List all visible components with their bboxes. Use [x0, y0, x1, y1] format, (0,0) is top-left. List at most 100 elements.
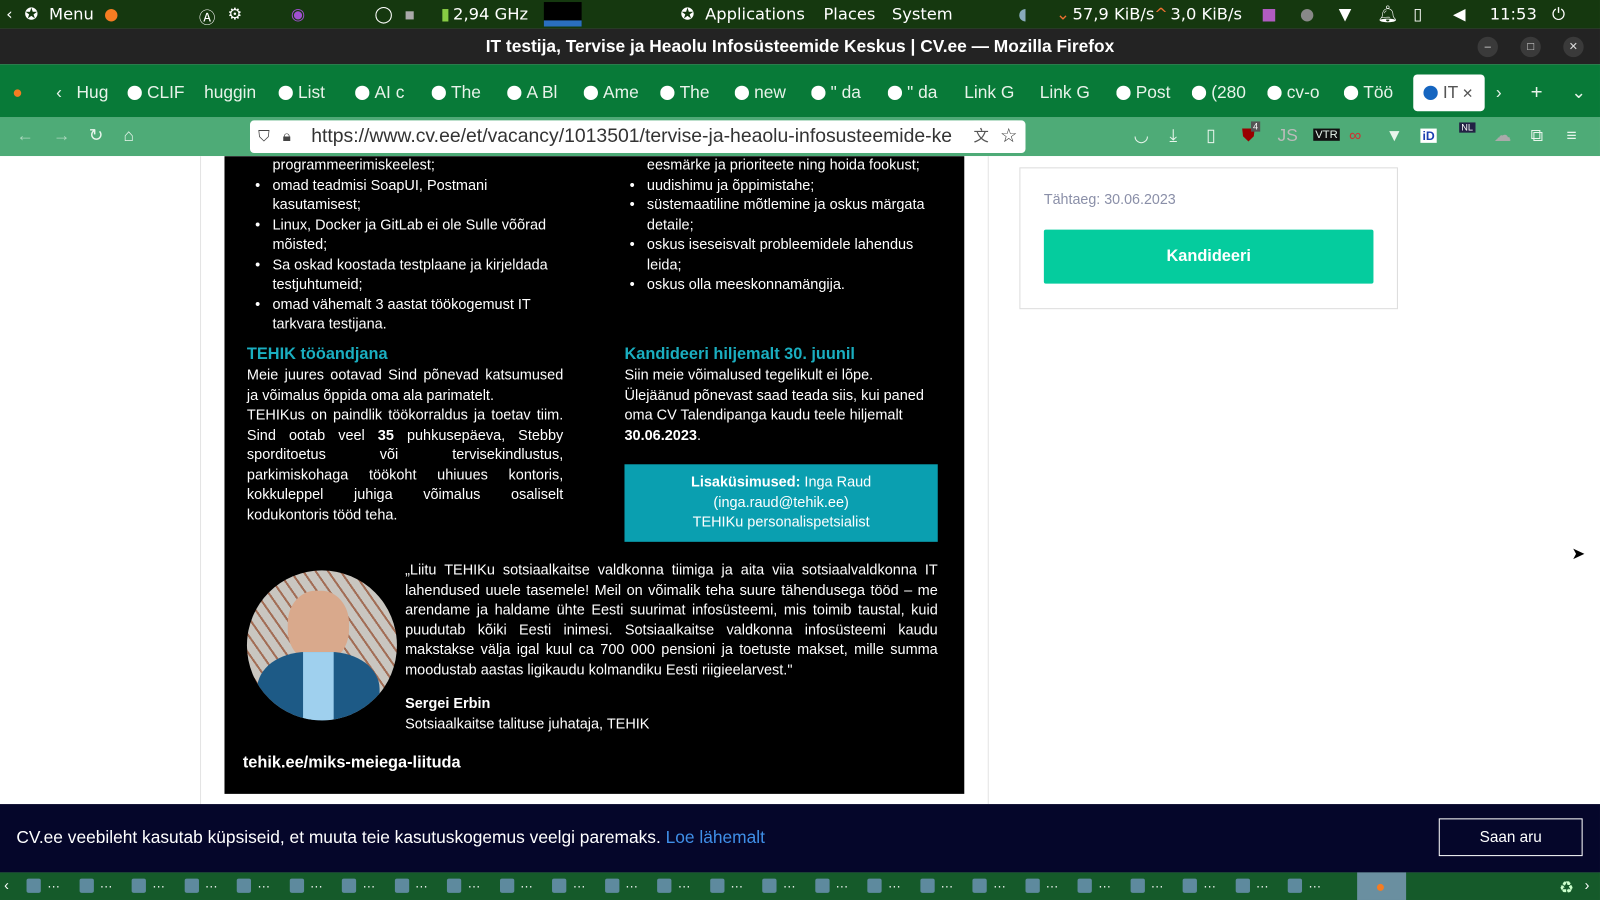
taskbar-window-icon[interactable]	[1024, 878, 1040, 893]
tab[interactable]: " da	[811, 74, 882, 111]
taskbar-window-icon[interactable]	[79, 878, 94, 893]
read-more-link[interactable]: Loe lähemalt	[666, 828, 765, 847]
url-text[interactable]: https://www.cv.ee/et/vacancy/1013501/ter…	[311, 126, 952, 147]
cloud-extension-icon[interactable]: ☁	[1494, 126, 1511, 146]
trash-icon[interactable]: ♻	[1559, 878, 1574, 898]
terminal-launcher-icon[interactable]: ▪	[404, 4, 415, 23]
battery-icon[interactable]: ▯	[1413, 4, 1422, 23]
tabs-scroll-left-icon[interactable]: ‹	[56, 74, 68, 111]
taskbar-window-icon[interactable]	[184, 878, 199, 893]
dropdown-extension-icon[interactable]: ▼	[1386, 126, 1403, 146]
link-extension-icon[interactable]: ∞	[1349, 126, 1361, 146]
taskbar-window-icon[interactable]	[1287, 878, 1303, 893]
firefox-launcher-icon[interactable]: ●	[104, 4, 118, 23]
clock[interactable]: 11:53	[1490, 4, 1537, 23]
taskbar-window-icon[interactable]	[814, 878, 830, 893]
bookmark-star-icon[interactable]: ☆	[999, 120, 1018, 154]
firefox-task-icon[interactable]: ●	[1375, 879, 1385, 897]
taskbar-scroll-left-icon[interactable]: ‹	[4, 877, 9, 893]
tab[interactable]: Töö	[1343, 74, 1415, 111]
taskbar-window-icon[interactable]	[604, 878, 619, 893]
pocket-icon[interactable]: ◡	[1134, 126, 1149, 146]
taskbar-scroll-right-icon[interactable]: ›	[1585, 877, 1590, 893]
firefox-view-icon[interactable]: ●	[12, 74, 32, 111]
taskbar-window-icon[interactable]	[657, 878, 672, 893]
vtr-extension-icon[interactable]: VTR	[1313, 128, 1340, 141]
lock-icon[interactable]: 🔒︎	[283, 120, 291, 153]
javascript-toggle-icon[interactable]: JS	[1278, 126, 1298, 146]
notes-extension-icon[interactable]: ▯	[1206, 126, 1216, 146]
settings-launcher-icon[interactable]: ⚙	[228, 4, 243, 23]
translate-icon[interactable]: 文	[973, 120, 989, 154]
search-launcher-icon[interactable]: Ⓐ	[199, 4, 215, 28]
taskbar-window-icon[interactable]	[1130, 878, 1145, 893]
tab[interactable]: Ame	[583, 74, 655, 111]
taskbar-window-icon[interactable]	[26, 878, 41, 893]
taskbar-window-icon[interactable]	[289, 878, 304, 893]
network-icon[interactable]: ▼	[1339, 4, 1352, 23]
taskbar-window-icon[interactable]	[499, 878, 514, 893]
tab[interactable]: The	[660, 74, 731, 111]
extensions-icon[interactable]: ⧉	[1531, 126, 1543, 146]
home-icon[interactable]: ⌂	[123, 126, 133, 146]
opera-launcher-icon[interactable]: ◯	[374, 4, 392, 23]
tab[interactable]: new	[734, 74, 806, 111]
taskbar-window-icon[interactable]	[131, 878, 146, 893]
language-badge[interactable]: NL	[1459, 122, 1476, 133]
taskbar-window-icon[interactable]	[1235, 878, 1250, 893]
taskbar-window-icon[interactable]	[762, 878, 777, 893]
audio-app-icon[interactable]: ■	[1261, 4, 1276, 23]
tehik-link[interactable]: tehik.ee/miks-meiega-liituda	[243, 753, 461, 773]
power-icon[interactable]: ⏻	[1552, 4, 1565, 24]
volume-icon[interactable]: ◀	[1453, 4, 1466, 23]
tab[interactable]: cv-o	[1267, 74, 1338, 111]
taskbar-window-icon[interactable]	[552, 878, 567, 893]
taskbar-window-icon[interactable]	[394, 878, 409, 893]
tab[interactable]: The	[431, 74, 503, 111]
tracking-shield-icon[interactable]: ⛉	[258, 120, 269, 153]
reload-icon[interactable]: ↻	[89, 126, 104, 146]
taskbar-window-icon[interactable]	[972, 878, 987, 893]
close-window-button[interactable]: ✕	[1563, 36, 1584, 58]
panel-back-icon[interactable]: ‹	[6, 4, 13, 23]
indicator-icon[interactable]: ●	[1300, 4, 1314, 23]
tabs-scroll-right-icon[interactable]: ›	[1496, 74, 1508, 111]
tab[interactable]: Link G	[964, 74, 1035, 111]
downloads-icon[interactable]: ⤓	[1169, 126, 1177, 146]
forward-icon[interactable]: →	[53, 126, 70, 146]
taskbar-window-icon[interactable]	[919, 878, 935, 893]
tab[interactable]: " da	[887, 74, 959, 111]
back-icon[interactable]: ←	[16, 126, 33, 146]
accept-cookies-button[interactable]: Saan aru	[1438, 818, 1583, 857]
taskbar-window-icon[interactable]	[867, 878, 882, 893]
applications-menu[interactable]: Applications	[705, 4, 805, 23]
url-bar[interactable]: ⛉ 🔒︎ https://www.cv.ee/et/vacancy/101350…	[249, 120, 1026, 154]
minimize-button[interactable]: –	[1477, 36, 1498, 58]
taskbar-window-icon[interactable]	[236, 878, 252, 893]
taskbar-window-icon[interactable]	[341, 878, 357, 893]
tor-launcher-icon[interactable]: ◉	[291, 4, 305, 23]
places-menu[interactable]: Places	[823, 4, 875, 23]
tab[interactable]: (280	[1191, 74, 1263, 111]
tab[interactable]: A Bl	[507, 74, 578, 111]
menu-icon[interactable]: ✪	[24, 4, 38, 23]
tab[interactable]: List	[278, 74, 350, 111]
tab[interactable]: Post	[1116, 74, 1187, 111]
notification-bell-icon[interactable]: 🔔︎	[1378, 4, 1399, 23]
taskbar-window-icon[interactable]	[446, 878, 462, 893]
close-tab-icon[interactable]: ✕	[1458, 86, 1473, 101]
system-menu[interactable]: System	[892, 4, 953, 23]
taskbar-window-icon[interactable]	[1182, 878, 1197, 893]
app-menu-icon[interactable]: ≡	[1566, 126, 1576, 146]
menu-button[interactable]: Menu	[49, 4, 94, 23]
list-tabs-icon[interactable]: ⌄	[1571, 74, 1587, 111]
tab[interactable]: Link G	[1040, 74, 1111, 111]
tab-active[interactable]: IT ✕	[1413, 74, 1485, 112]
tab[interactable]: huggin	[204, 74, 275, 111]
wifi-icon[interactable]: ◖	[1018, 4, 1027, 23]
id-extension-icon[interactable]: iD	[1420, 128, 1437, 143]
taskbar-window-icon[interactable]	[1077, 878, 1092, 893]
tab[interactable]: AI c	[355, 74, 426, 111]
taskbar-window-icon[interactable]	[709, 878, 724, 893]
new-tab-button[interactable]: +	[1531, 74, 1547, 111]
